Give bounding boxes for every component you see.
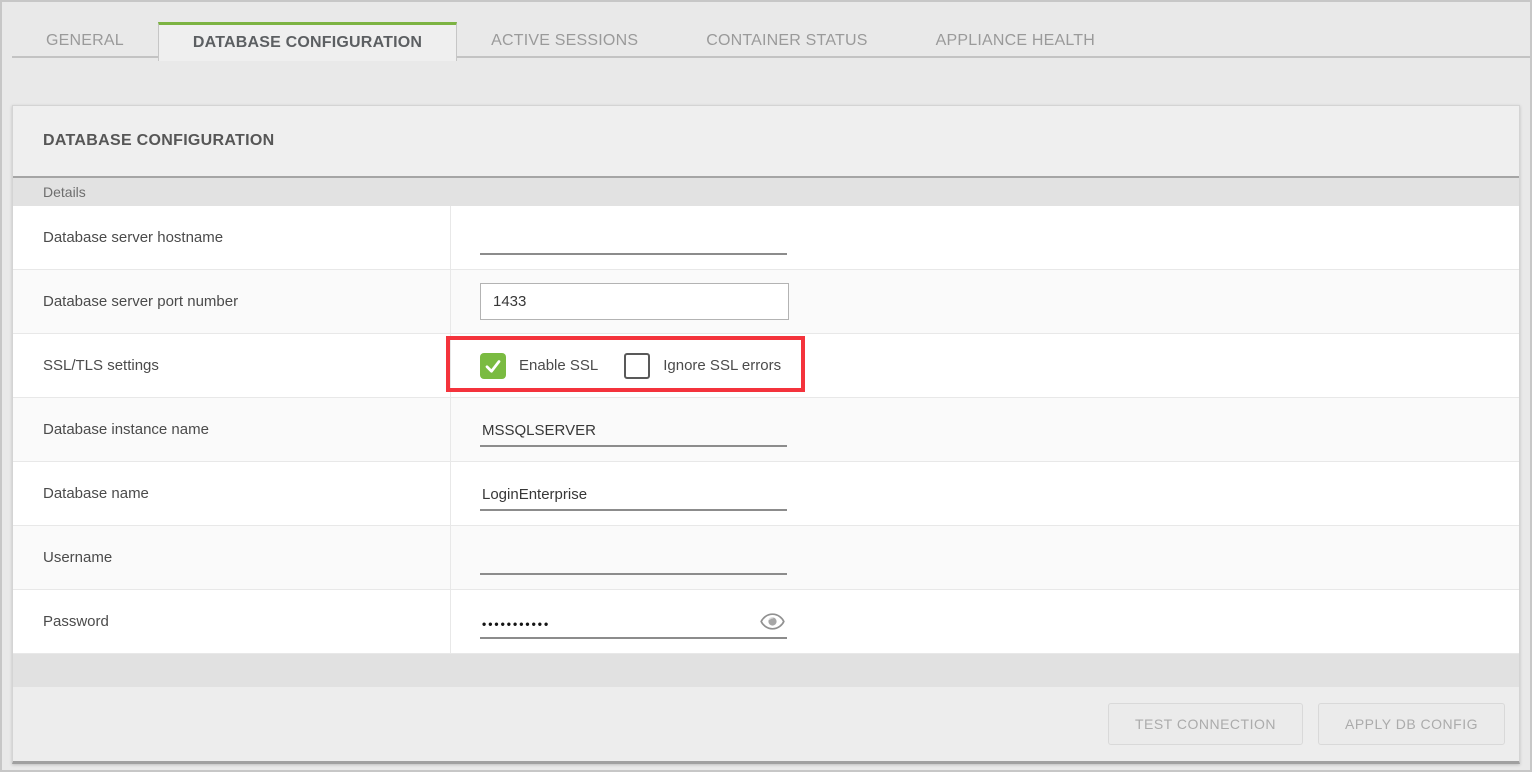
username-input-wrap (480, 541, 787, 575)
field-label: SSL/TLS settings (13, 334, 451, 397)
ssl-checkbox-group: Enable SSL Ignore SSL errors (480, 353, 807, 379)
ignore-ssl-errors-checkbox[interactable] (624, 353, 650, 379)
tab-appliance-health[interactable]: APPLIANCE HEALTH (902, 24, 1129, 58)
row-database-name: Database name (13, 462, 1519, 526)
row-database-server-hostname: Database server hostname (13, 206, 1519, 270)
enable-ssl-checkbox-item[interactable]: Enable SSL (480, 353, 598, 379)
field-area (451, 270, 1519, 333)
password-input-wrap (480, 605, 787, 639)
eye-icon (760, 613, 785, 630)
details-section-label: Details (43, 184, 86, 200)
field-area (451, 526, 1519, 589)
field-area: Enable SSL Ignore SSL errors (451, 334, 1519, 397)
ignore-ssl-errors-checkbox-item[interactable]: Ignore SSL errors (624, 353, 781, 379)
checkmark-icon (484, 357, 502, 375)
panel-title: DATABASE CONFIGURATION (43, 132, 274, 150)
tab-bar-filler (1129, 24, 1530, 58)
panel-bottom-strip (13, 654, 1519, 687)
database-name-input[interactable] (480, 486, 787, 509)
field-label: Database instance name (13, 398, 451, 461)
panel-header: DATABASE CONFIGURATION (13, 106, 1519, 178)
tab-general[interactable]: GENERAL (12, 24, 158, 58)
field-area (451, 398, 1519, 461)
field-label: Database name (13, 462, 451, 525)
instance-name-input[interactable] (480, 422, 787, 445)
details-section-header: Details (13, 178, 1519, 206)
row-ssl-tls-settings: SSL/TLS settings Enable SSL Ignore SSL e… (13, 334, 1519, 398)
port-input[interactable] (480, 283, 789, 320)
apply-db-config-button[interactable]: APPLY DB CONFIG (1318, 703, 1505, 745)
field-area (451, 590, 1519, 653)
test-connection-button[interactable]: TEST CONNECTION (1108, 703, 1303, 745)
field-label: Database server port number (13, 270, 451, 333)
tab-bar: GENERAL DATABASE CONFIGURATION ACTIVE SE… (2, 2, 1530, 58)
database-configuration-panel: DATABASE CONFIGURATION Details Database … (12, 105, 1520, 764)
hostname-input[interactable] (480, 230, 787, 253)
enable-ssl-checkbox[interactable] (480, 353, 506, 379)
field-area (451, 462, 1519, 525)
reveal-password-button[interactable] (759, 613, 785, 631)
row-database-server-port: Database server port number (13, 270, 1519, 334)
instance-input-wrap (480, 413, 787, 447)
tab-database-configuration[interactable]: DATABASE CONFIGURATION (158, 22, 457, 61)
tab-container-status[interactable]: CONTAINER STATUS (672, 24, 901, 58)
row-database-instance-name: Database instance name (13, 398, 1519, 462)
panel-footer: TEST CONNECTION APPLY DB CONFIG (13, 687, 1519, 761)
field-label: Password (13, 590, 451, 653)
username-input[interactable] (480, 550, 787, 573)
row-username: Username (13, 526, 1519, 590)
appliance-settings-page: GENERAL DATABASE CONFIGURATION ACTIVE SE… (0, 0, 1532, 772)
tab-active-sessions[interactable]: ACTIVE SESSIONS (457, 24, 672, 58)
field-label: Username (13, 526, 451, 589)
field-label: Database server hostname (13, 206, 451, 269)
field-area (451, 206, 1519, 269)
hostname-input-wrap (480, 221, 787, 255)
password-input[interactable] (480, 617, 787, 637)
ignore-ssl-errors-label: Ignore SSL errors (663, 357, 781, 374)
row-password: Password (13, 590, 1519, 654)
dbname-input-wrap (480, 477, 787, 511)
enable-ssl-label: Enable SSL (519, 357, 598, 374)
